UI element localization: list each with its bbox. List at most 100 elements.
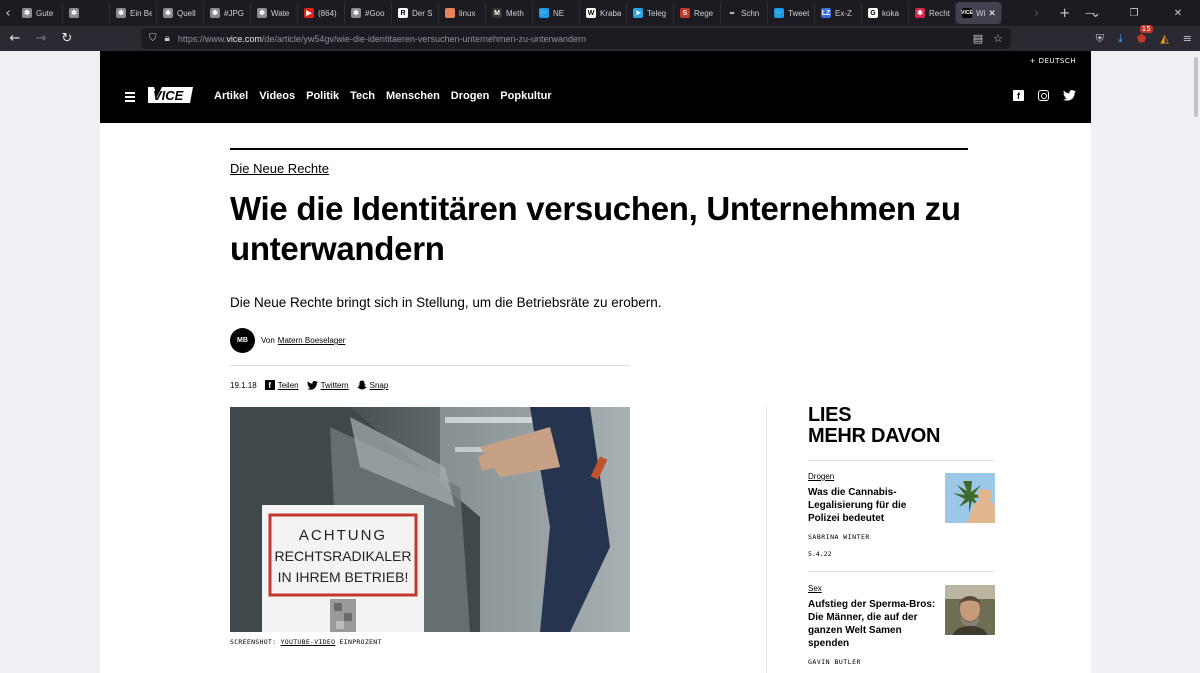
browser-tab[interactable]: linux: [439, 2, 486, 24]
nav-drogen[interactable]: Drogen: [451, 90, 490, 102]
web-page: + DEUTSCH VICE Artikel Videos Politik Te…: [0, 51, 1200, 673]
byline: MB Von Matern Boeselager: [230, 328, 345, 353]
browser-tab[interactable]: ▶ (864): [298, 2, 345, 24]
browser-tab-active[interactable]: VICE Wi ✕: [956, 2, 1002, 24]
browser-tab[interactable]: ✱ Ein Be: [110, 2, 157, 24]
browser-tab[interactable]: W Kraba: [580, 2, 627, 24]
browser-tab[interactable]: 🐦 NE: [533, 2, 580, 24]
card-author: SABRINA WINTER: [808, 533, 870, 541]
browser-tab[interactable]: LZ Ex-Z: [815, 2, 862, 24]
forward-button[interactable]: →: [28, 31, 54, 46]
browser-tab[interactable]: ✱ #Goo: [345, 2, 392, 24]
caption-link[interactable]: YOUTUBE-VIDEO: [281, 638, 336, 646]
language-strip: + DEUTSCH: [100, 51, 1100, 71]
hamburger-menu-icon[interactable]: [125, 92, 135, 104]
pocket-icon[interactable]: ⛨: [1096, 32, 1104, 46]
language-selector[interactable]: + DEUTSCH: [1030, 57, 1076, 65]
article-headline: Wie die Identitären versuchen, Unternehm…: [230, 190, 961, 267]
vice-logo[interactable]: VICE: [146, 86, 194, 104]
tab-scroll-left-icon[interactable]: ‹: [0, 0, 16, 26]
twitter-icon[interactable]: [1063, 90, 1076, 101]
browser-tab[interactable]: ✱ Gute: [16, 2, 63, 24]
share-facebook-button[interactable]: f Teilen: [264, 380, 299, 390]
share-snap-button[interactable]: Snap: [357, 380, 388, 390]
browser-tab[interactable]: ✱ #JPG: [204, 2, 251, 24]
tab-scroll-right-icon[interactable]: ›: [1034, 6, 1039, 21]
nav-artikel[interactable]: Artikel: [214, 90, 248, 102]
share-row: 19.1.18 f Teilen Twittern Snap: [230, 380, 388, 390]
address-bar[interactable]: ⛉ 🔒︎ https://www.vice.com/de/article/yw5…: [141, 28, 1011, 49]
tab-label: Tweet: [788, 8, 810, 18]
nav-popkultur[interactable]: Popkultur: [500, 90, 551, 102]
tab-favicon-icon: ✱: [210, 8, 220, 18]
nav-politik[interactable]: Politik: [306, 90, 339, 102]
vice-page: + DEUTSCH VICE Artikel Videos Politik Te…: [100, 51, 1100, 673]
vice-favicon-icon: VICE: [961, 8, 973, 18]
browser-tab[interactable]: S Rege: [674, 2, 721, 24]
close-window-button[interactable]: ✕: [1156, 8, 1200, 19]
lock-icon[interactable]: 🔒︎: [165, 33, 170, 44]
browser-tab[interactable]: ✱: [63, 2, 110, 24]
headline-rule: [230, 148, 968, 150]
browser-tab[interactable]: 🐦 Tweet: [768, 2, 815, 24]
tab-favicon-icon: ✱: [915, 8, 925, 18]
tab-label: koka: [882, 8, 899, 18]
tab-favicon-icon: ∞: [727, 8, 737, 18]
downloads-icon[interactable]: ⤓: [1118, 32, 1123, 46]
browser-tab[interactable]: ∞ Schn: [721, 2, 768, 24]
browser-tab[interactable]: Gkoka: [862, 2, 909, 24]
browser-tab[interactable]: ✱ Recht: [909, 2, 956, 24]
tab-favicon-icon: ✱: [22, 8, 32, 18]
browser-tab[interactable]: M Meth: [486, 2, 533, 24]
tab-label: #Goo: [365, 8, 385, 18]
card-thumbnail[interactable]: [945, 585, 995, 635]
tab-favicon-icon: ▶: [304, 8, 314, 18]
menu-icon[interactable]: ≡: [1183, 32, 1192, 45]
browser-tab[interactable]: ✱ Wate: [251, 2, 298, 24]
browser-tab[interactable]: ➤ Teleg: [627, 2, 674, 24]
shield-icon[interactable]: ⛉: [149, 33, 157, 44]
tab-favicon-icon: 🐦: [539, 8, 549, 18]
tab-label: Ex-Z: [835, 8, 852, 18]
tab-favicon-icon: ✱: [351, 8, 361, 18]
scrollbar-thumb[interactable]: [1194, 57, 1198, 117]
tab-label: Recht: [929, 8, 950, 18]
browser-tab-bar: ‹ ✱ Gute ✱ ✱ Ein Be ✱ Quell ✱ #JPG ✱ Wate ▶ (864) ✱ #G…: [0, 0, 1200, 26]
extension-icon[interactable]: ◭: [1160, 32, 1168, 45]
tab-favicon-icon: ✱: [163, 8, 173, 18]
card-thumbnail[interactable]: [945, 473, 995, 523]
reload-button[interactable]: ↻: [54, 31, 80, 46]
nav-tech[interactable]: Tech: [350, 90, 375, 102]
back-button[interactable]: ←: [2, 31, 28, 46]
bookmark-star-icon[interactable]: ☆: [993, 32, 1003, 45]
tab-favicon-icon: M: [492, 8, 502, 18]
snapchat-icon: [357, 380, 367, 390]
minimize-button[interactable]: —: [1068, 8, 1112, 19]
facebook-icon: f: [264, 380, 275, 390]
nav-videos[interactable]: Videos: [259, 90, 295, 102]
card-title-link[interactable]: Was die Cannabis-Legalisierung für die P…: [808, 486, 938, 525]
article-dek: Die Neue Rechte bringt sich in Stellung,…: [230, 295, 662, 310]
facebook-icon[interactable]: f: [1013, 90, 1024, 101]
card-title-link[interactable]: Aufstieg der Sperma-Bros: Die Männer, di…: [808, 598, 938, 650]
page-scrollbar[interactable]: [1091, 51, 1100, 673]
article-kicker-link[interactable]: Die Neue Rechte: [230, 161, 329, 176]
browser-tab[interactable]: R Der S: [392, 2, 439, 24]
share-twitter-button[interactable]: Twittern: [306, 381, 349, 390]
browser-tab[interactable]: ✱ Quell: [157, 2, 204, 24]
url-text[interactable]: https://www.vice.com/de/article/yw54gv/w…: [178, 34, 586, 44]
card-date: 5.4.22: [808, 550, 832, 558]
byline-prefix: Von: [261, 336, 275, 345]
reader-view-icon[interactable]: ▤: [973, 32, 983, 45]
ublock-extension-icon[interactable]: ⬟ 15: [1137, 25, 1153, 45]
sign-line-2: RECHTSRADIKALER: [275, 548, 412, 564]
nav-menschen[interactable]: Menschen: [386, 90, 440, 102]
restore-button[interactable]: ❐: [1112, 8, 1156, 19]
tab-label: Kraba: [600, 8, 622, 18]
tab-label: Wate: [271, 8, 290, 18]
author-link[interactable]: Matern Boeselager: [278, 336, 346, 345]
instagram-icon[interactable]: [1038, 90, 1049, 101]
author-avatar[interactable]: MB: [230, 328, 255, 353]
close-tab-icon[interactable]: ✕: [988, 8, 996, 19]
tab-label: Gute: [36, 8, 54, 18]
